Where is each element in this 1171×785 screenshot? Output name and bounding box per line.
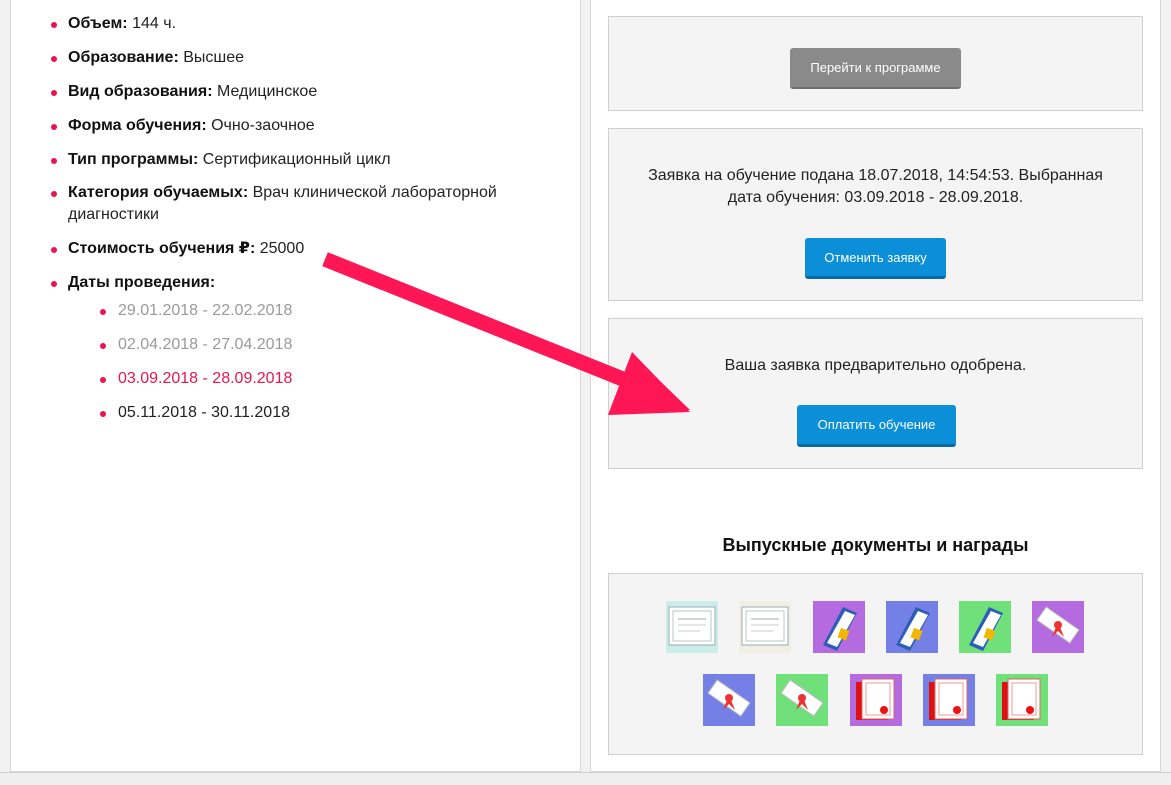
info-value: 144 ч. [132, 15, 177, 32]
date-item: 02.04.2018 - 27.04.2018 [100, 334, 293, 356]
info-item: Форма обучения: Очно-заочное [51, 115, 538, 137]
bullet-icon [51, 281, 57, 287]
booklet-green-icon[interactable] [959, 601, 1011, 653]
info-item: Образование: Высшее [51, 47, 538, 69]
approval-status-text: Ваша заявка предварительно одобрена. [724, 357, 1027, 374]
date-item: 05.11.2018 - 30.11.2018 [100, 402, 290, 424]
info-value: Сертификационный цикл [202, 151, 391, 168]
certificate-blue-icon[interactable] [923, 674, 975, 726]
info-label: Категория обучаемых: [68, 184, 249, 201]
booklet-blue-icon[interactable] [886, 601, 938, 653]
cancel-application-button[interactable]: Отменить заявку [805, 238, 946, 279]
bullet-icon [51, 247, 57, 253]
date-range-text: 05.11.2018 - 30.11.2018 [118, 404, 290, 421]
awards-panel [608, 573, 1143, 755]
annotation-arrow-icon [322, 252, 690, 415]
bullet-icon [51, 22, 57, 28]
date-item: 29.01.2018 - 22.02.2018 [100, 300, 293, 322]
info-item: Объем: 144 ч. [51, 13, 538, 35]
info-label: Даты проведения: [68, 274, 216, 291]
bullet-icon [51, 90, 57, 96]
date-range-text: 29.01.2018 - 22.02.2018 [118, 302, 293, 319]
diploma-green-icon[interactable] [666, 601, 718, 653]
bullet-icon [51, 158, 57, 164]
certificate-purple-icon[interactable] [850, 674, 902, 726]
info-value: Медицинское [216, 83, 318, 100]
bullet-icon [51, 56, 57, 62]
date-item-selected: 03.09.2018 - 28.09.2018 [100, 368, 293, 390]
info-label: Вид образования: [68, 83, 213, 100]
bullet-icon [100, 309, 106, 315]
scroll-blue-icon[interactable] [703, 674, 755, 726]
certificate-green-icon[interactable] [996, 674, 1048, 726]
bullet-icon [100, 343, 106, 349]
bullet-icon [100, 411, 106, 417]
info-label: Стоимость обучения ₽: [68, 240, 256, 257]
application-status-text: Заявка на обучение подана 18.07.2018, 14… [648, 167, 1103, 206]
info-label: Образование: [68, 49, 179, 66]
page-bottom-edge [0, 772, 1171, 785]
info-label: Объем: [68, 15, 128, 32]
program-link-panel: Перейти к программе [608, 16, 1143, 111]
info-value: Высшее [183, 49, 245, 66]
bullet-icon [100, 377, 106, 383]
scroll-green-icon[interactable] [776, 674, 828, 726]
awards-section-title: Выпускные документы и награды [722, 535, 1029, 555]
date-range-text: 02.04.2018 - 27.04.2018 [118, 336, 293, 353]
go-to-program-button[interactable]: Перейти к программе [790, 48, 961, 89]
info-value: 25000 [259, 240, 305, 257]
info-value: Очно-заочное [211, 117, 315, 134]
certificate-beige-icon[interactable] [739, 601, 791, 653]
info-label: Форма обучения: [68, 117, 207, 134]
booklet-purple-icon[interactable] [813, 601, 865, 653]
bullet-icon [51, 124, 57, 130]
info-item: Категория обучаемых: Врач клинической ла… [51, 182, 538, 226]
info-label: Тип программы: [68, 151, 199, 168]
info-item: Вид образования: Медицинское [51, 81, 538, 103]
pay-tuition-button[interactable]: Оплатить обучение [797, 405, 956, 447]
date-range-text: 03.09.2018 - 28.09.2018 [118, 370, 293, 387]
bullet-icon [51, 191, 57, 197]
scroll-purple-icon[interactable] [1032, 601, 1084, 653]
info-item: Тип программы: Сертификационный цикл [51, 149, 538, 171]
